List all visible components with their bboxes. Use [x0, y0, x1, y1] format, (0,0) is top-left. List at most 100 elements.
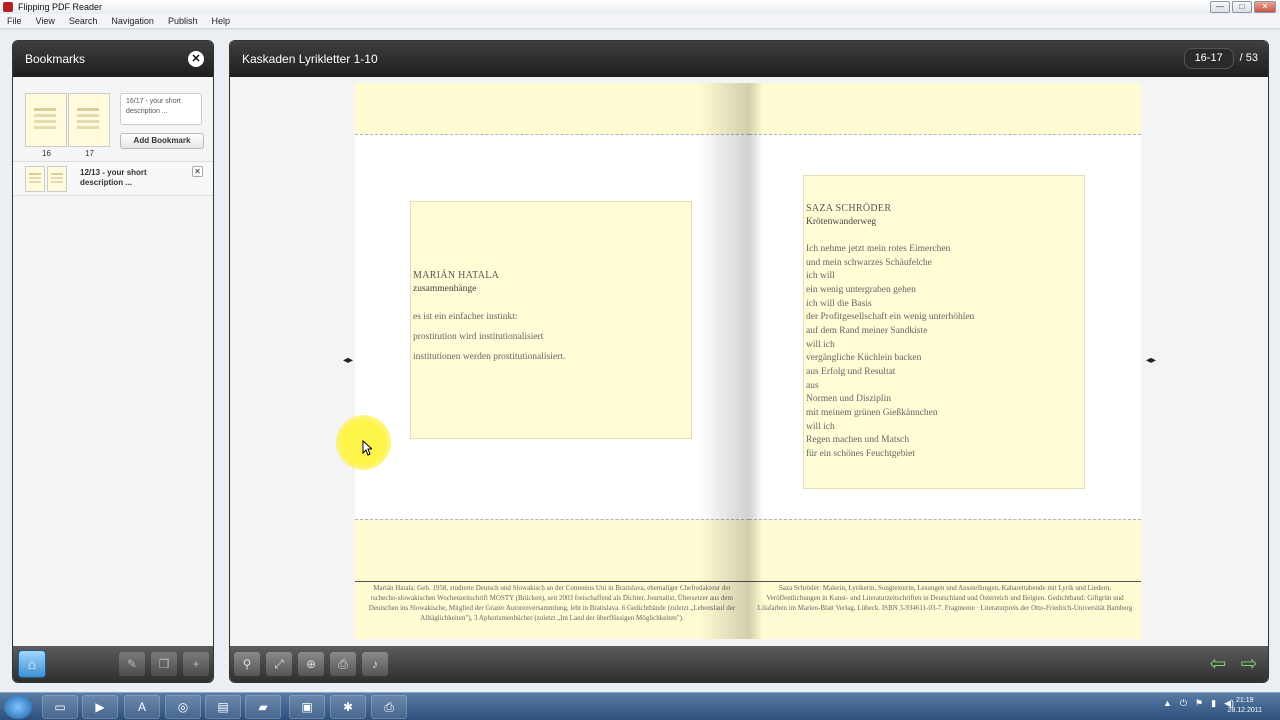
right-poem-line: mit meinem grünen Gießkännchen	[806, 408, 938, 418]
viewer-panel: Kaskaden Lyrikletter 1-10 16-17 / 53 ◂▸ …	[229, 40, 1269, 683]
search-icon[interactable]: ⚲	[234, 652, 260, 676]
remove-bookmark-button[interactable]: ✕	[192, 166, 203, 177]
bookmark-description-input[interactable]: 16/17 - your short description ...	[120, 93, 202, 125]
left-poem-title: zusammenhänge	[413, 284, 477, 294]
right-poem-line: aus	[806, 381, 819, 391]
right-poem-line: ich will die Basis	[806, 299, 872, 309]
left-page-header-band	[355, 83, 749, 135]
zoom-icon[interactable]: ⊕	[298, 652, 324, 676]
bookmarks-title: Bookmarks	[25, 52, 86, 66]
tool-icon[interactable]: ✱	[330, 695, 366, 719]
bookmark-item[interactable]: 12/13 - your short description ... ✕	[13, 162, 213, 196]
maximize-button[interactable]: □	[1232, 1, 1252, 13]
close-window-button[interactable]: ✕	[1254, 1, 1276, 13]
clock-date: 28.12.2011	[1227, 707, 1262, 714]
document-title: Kaskaden Lyrikletter 1-10	[242, 52, 378, 66]
printer-icon[interactable]: ⎙	[371, 695, 407, 719]
bookmarks-header: Bookmarks ✕	[13, 41, 213, 77]
prev-icon[interactable]: ⇦	[1205, 653, 1231, 675]
right-poem-line: und mein schwarzes Schäufelche	[806, 258, 932, 268]
edit-bookmark-icon[interactable]: ✎	[119, 652, 145, 676]
spine-shadow-left	[699, 83, 749, 639]
acrobat-icon[interactable]: A	[124, 695, 160, 719]
menu-publish[interactable]: Publish	[161, 14, 205, 28]
window-title: Flipping PDF Reader	[18, 2, 103, 12]
chrome-icon[interactable]: ◎	[165, 695, 201, 719]
menu-help[interactable]: Help	[204, 14, 237, 28]
thumb-page-right[interactable]	[68, 93, 110, 147]
viewer-toolbar: ⚲ ⤢ ⊕ ⎙ ♪ ⇦ ⇨	[230, 646, 1268, 682]
next-icon[interactable]: ⇨	[1236, 653, 1262, 675]
mouse-cursor-icon	[362, 440, 372, 456]
left-page-bio: Marián Hatala: Geb. 1958, studierte Deut…	[355, 581, 749, 623]
right-poem-line: Ich nehme jetzt mein rotes Eimerchen	[806, 244, 951, 254]
taskbar: ▭ ▶ A ◎ ▤ ▰ ▣ ✱ ⎙ ▲ ⏻ ⚑ ▮ ◀) 21:19 28.12…	[0, 692, 1280, 720]
home-icon[interactable]: ⌂	[18, 650, 46, 678]
right-page[interactable]: SAZA SCHRÖDER Krötenwanderweg Ich nehme …	[749, 83, 1141, 639]
page-counter: 16-17 / 53	[1183, 48, 1258, 69]
right-poem-line: will ich	[806, 422, 835, 432]
tray-power-icon[interactable]: ⏻	[1180, 698, 1187, 709]
media-player-icon[interactable]: ▶	[82, 695, 118, 719]
prev-page-arrow-icon[interactable]: ◂▸	[343, 355, 353, 366]
print-icon[interactable]: ⎙	[330, 652, 356, 676]
title-bar: Flipping PDF Reader — □ ✕	[0, 0, 1280, 14]
explorer-icon[interactable]: ▭	[42, 695, 78, 719]
right-page-bio: Saza Schröder: Malerin, Lyrikerin, Songt…	[749, 581, 1141, 613]
right-poem-line: auf dem Rand meiner Sandkiste	[806, 326, 928, 336]
right-poem-line: ich will	[806, 271, 835, 281]
app-icon	[3, 2, 13, 12]
minimize-button[interactable]: —	[1210, 1, 1230, 13]
right-poem-line: Normen und Disziplin	[806, 394, 891, 404]
bookmarks-footer: ⌂ ✎ ❐ +	[13, 646, 213, 682]
page-number-input[interactable]: 16-17	[1183, 48, 1234, 69]
left-poem-line: prostitution wird institutionalisiert	[413, 332, 544, 342]
tray-network-icon[interactable]: ▮	[1211, 698, 1216, 709]
right-page-footer-band	[749, 519, 1141, 639]
right-poem-line: will ich	[806, 340, 835, 350]
system-tray: ▲ ⏻ ⚑ ▮ ◀)	[1163, 698, 1234, 709]
menu-navigation[interactable]: Navigation	[104, 14, 161, 28]
left-page[interactable]: MARIÁN HATALA zusammenhänge es ist ein e…	[355, 83, 749, 639]
menu-file[interactable]: File	[0, 14, 29, 28]
right-poem-title: Krötenwanderweg	[806, 217, 877, 227]
right-poem-line: für ein schönes Feuchtgebiet	[806, 449, 915, 459]
thumb-page-right-number: 17	[85, 149, 94, 158]
right-poem-line: aus Erfolg und Resultat	[806, 367, 896, 377]
new-bookmark-area: 16 17 16/17 - your short description ...…	[13, 86, 213, 162]
bookmark-thumb-left	[25, 166, 45, 192]
add-bookmark-button[interactable]: Add Bookmark	[120, 133, 204, 149]
page-total: / 53	[1239, 52, 1258, 64]
thumb-page-left[interactable]	[25, 93, 67, 147]
left-poem-line: institutionen werden prostitutionalisier…	[413, 352, 566, 362]
flipping-pdf-icon[interactable]: ▰	[245, 695, 281, 719]
tray-expand-icon[interactable]: ▲	[1163, 698, 1172, 709]
right-page-header-band	[749, 83, 1141, 135]
remote-desktop-icon[interactable]: ▣	[289, 695, 325, 719]
menu-search[interactable]: Search	[62, 14, 105, 28]
winrar-icon[interactable]: ▤	[205, 695, 241, 719]
spine-shadow-right	[749, 83, 763, 639]
clock-time: 21:19	[1235, 697, 1254, 704]
fullscreen-icon[interactable]: ⤢	[266, 652, 292, 676]
copy-bookmark-icon[interactable]: ❐	[151, 652, 177, 676]
sound-icon[interactable]: ♪	[362, 652, 388, 676]
menu-bar: File View Search Navigation Publish Help	[0, 14, 1280, 29]
right-poem-line: Regen machen und Matsch	[806, 435, 910, 445]
left-poem-line: es ist ein einfacher instinkt:	[413, 312, 518, 322]
right-poem-line: vergängliche Küchlein backen	[806, 353, 922, 363]
right-poem-line: ein wenig untergraben gehen	[806, 285, 916, 295]
next-page-arrow-icon[interactable]: ◂▸	[1146, 355, 1156, 366]
close-panel-button[interactable]: ✕	[188, 51, 204, 67]
start-button-icon[interactable]	[4, 695, 32, 719]
tray-flag-icon[interactable]: ⚑	[1195, 698, 1203, 709]
left-poem-box: MARIÁN HATALA zusammenhänge es ist ein e…	[410, 201, 692, 439]
left-poem-author: MARIÁN HATALA	[413, 270, 500, 281]
menu-view[interactable]: View	[29, 14, 62, 28]
add-bookmark-icon[interactable]: +	[183, 652, 209, 676]
clock[interactable]: 21:19 28.12.2011	[1227, 696, 1262, 716]
right-poem-box: SAZA SCHRÖDER Krötenwanderweg Ich nehme …	[803, 175, 1085, 489]
thumb-page-left-number: 16	[42, 149, 51, 158]
bookmarks-panel: Bookmarks ✕ 16 17 16/17 - your short des…	[12, 40, 214, 683]
right-poem-line: der Profitgesellschaft ein wenig unterhö…	[806, 312, 975, 322]
